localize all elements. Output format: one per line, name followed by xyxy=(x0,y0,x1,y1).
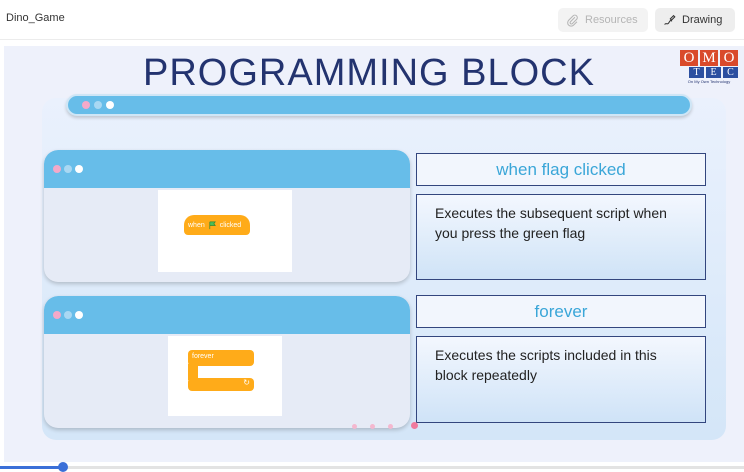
logo-tagline: On My Own Technology xyxy=(687,79,731,84)
window-header xyxy=(44,150,410,188)
block-name-forever: forever xyxy=(416,295,706,328)
decorative-dot xyxy=(388,424,393,429)
pen-squiggle-icon xyxy=(664,14,676,25)
resources-button[interactable]: Resources xyxy=(558,8,648,32)
dot-pink-icon xyxy=(82,101,90,109)
block-window-forever: forever ↻ xyxy=(44,296,410,428)
logo-letter: T xyxy=(689,67,704,78)
block-window-when-flag-clicked: when clicked xyxy=(44,150,410,282)
decorative-dot xyxy=(411,422,418,429)
omo-tec-logo: O M O T E C On My Own Technology xyxy=(676,50,742,88)
block-text: clicked xyxy=(219,221,242,229)
block-description-when-flag-clicked: Executes the subsequent script when you … xyxy=(416,194,706,280)
dot-blue-icon xyxy=(64,311,72,319)
forever-block-bottom: ↻ xyxy=(188,378,254,391)
decorative-window-bar xyxy=(66,94,692,116)
dot-blue-icon xyxy=(94,101,102,109)
paperclip-icon xyxy=(567,14,578,27)
dot-blue-icon xyxy=(64,165,72,173)
resources-label: Resources xyxy=(585,14,638,26)
block-preview-card: when clicked xyxy=(158,190,292,272)
window-header xyxy=(44,296,410,334)
block-preview-card: forever ↻ xyxy=(168,336,282,416)
slide-title: PROGRAMMING BLOCK xyxy=(143,52,595,94)
progress-track[interactable] xyxy=(0,466,744,469)
logo-letter: E xyxy=(706,67,721,78)
green-flag-icon xyxy=(209,221,216,229)
logo-letter: O xyxy=(720,50,738,66)
decorative-dot xyxy=(370,424,375,429)
logo-letter: C xyxy=(723,67,738,78)
when-flag-clicked-block: when clicked xyxy=(184,215,250,235)
dot-white-icon xyxy=(75,165,83,173)
app-title: Dino_Game xyxy=(6,12,65,24)
decorative-dot xyxy=(352,424,357,429)
logo-letter: O xyxy=(680,50,698,66)
dot-pink-icon xyxy=(53,165,61,173)
block-description-forever: Executes the scripts included in this bl… xyxy=(416,336,706,423)
logo-letter: M xyxy=(700,50,718,66)
dot-white-icon xyxy=(75,311,83,319)
dot-pink-icon xyxy=(53,311,61,319)
drawing-button[interactable]: Drawing xyxy=(655,8,735,32)
slide-canvas: PROGRAMMING BLOCK O M O T E C On My Own … xyxy=(4,46,744,462)
block-name-when-flag-clicked: when flag clicked xyxy=(416,153,706,186)
progress-fill xyxy=(0,466,63,469)
block-text: when xyxy=(188,221,205,229)
top-bar: Dino_Game Resources Drawing xyxy=(0,0,744,40)
dot-white-icon xyxy=(106,101,114,109)
loop-arrow-icon: ↻ xyxy=(243,378,250,387)
drawing-label: Drawing xyxy=(682,14,723,26)
